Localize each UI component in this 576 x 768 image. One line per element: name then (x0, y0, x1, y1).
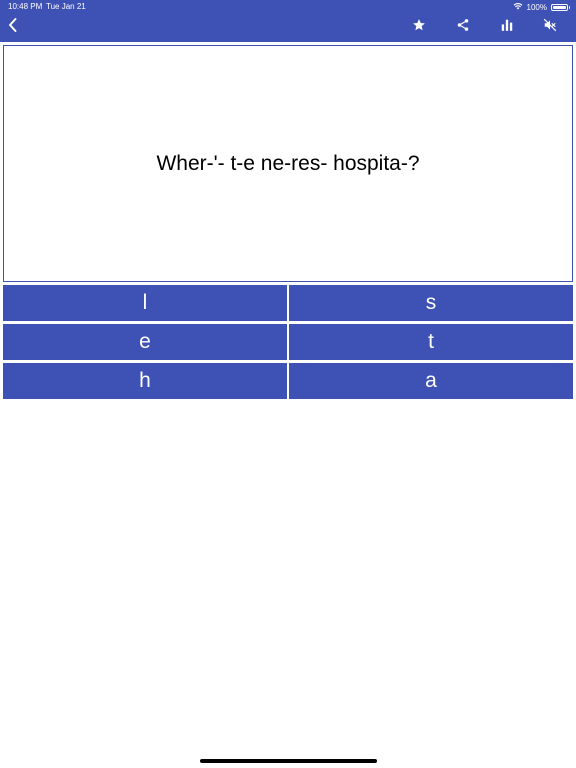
answer-button[interactable]: s (289, 285, 573, 321)
status-time: 10:48 PM (8, 2, 43, 11)
share-button[interactable] (452, 16, 474, 38)
answer-button[interactable]: l (3, 285, 287, 321)
question-text: Wher-'- t-e ne-res- hospita-? (156, 151, 420, 175)
answer-button[interactable]: a (289, 363, 573, 399)
wifi-icon (513, 2, 523, 12)
battery-percent: 100% (526, 2, 547, 12)
answer-button[interactable]: t (289, 324, 573, 360)
home-indicator[interactable] (200, 759, 377, 763)
top-bar: 10:48 PM Tue Jan 21 100% (0, 0, 576, 42)
share-icon (456, 18, 470, 37)
answer-button[interactable]: e (3, 324, 287, 360)
mute-button[interactable] (539, 16, 561, 38)
status-indicators: 100% (513, 2, 570, 12)
speaker-mute-icon (543, 18, 557, 37)
stats-button[interactable] (496, 16, 518, 38)
favorite-button[interactable] (408, 16, 430, 38)
question-card: Wher-'- t-e ne-res- hospita-? (3, 45, 573, 282)
status-date: Tue Jan 21 (46, 2, 86, 11)
answer-grid: l s e t h a (3, 285, 573, 399)
back-button[interactable] (2, 16, 24, 38)
app-screen: 10:48 PM Tue Jan 21 100% Wher-'- t-e ne-… (0, 0, 576, 768)
battery-icon (551, 3, 570, 11)
bar-chart-icon (500, 18, 514, 37)
chevron-left-icon (7, 17, 19, 38)
star-icon (412, 18, 426, 37)
answer-button[interactable]: h (3, 363, 287, 399)
